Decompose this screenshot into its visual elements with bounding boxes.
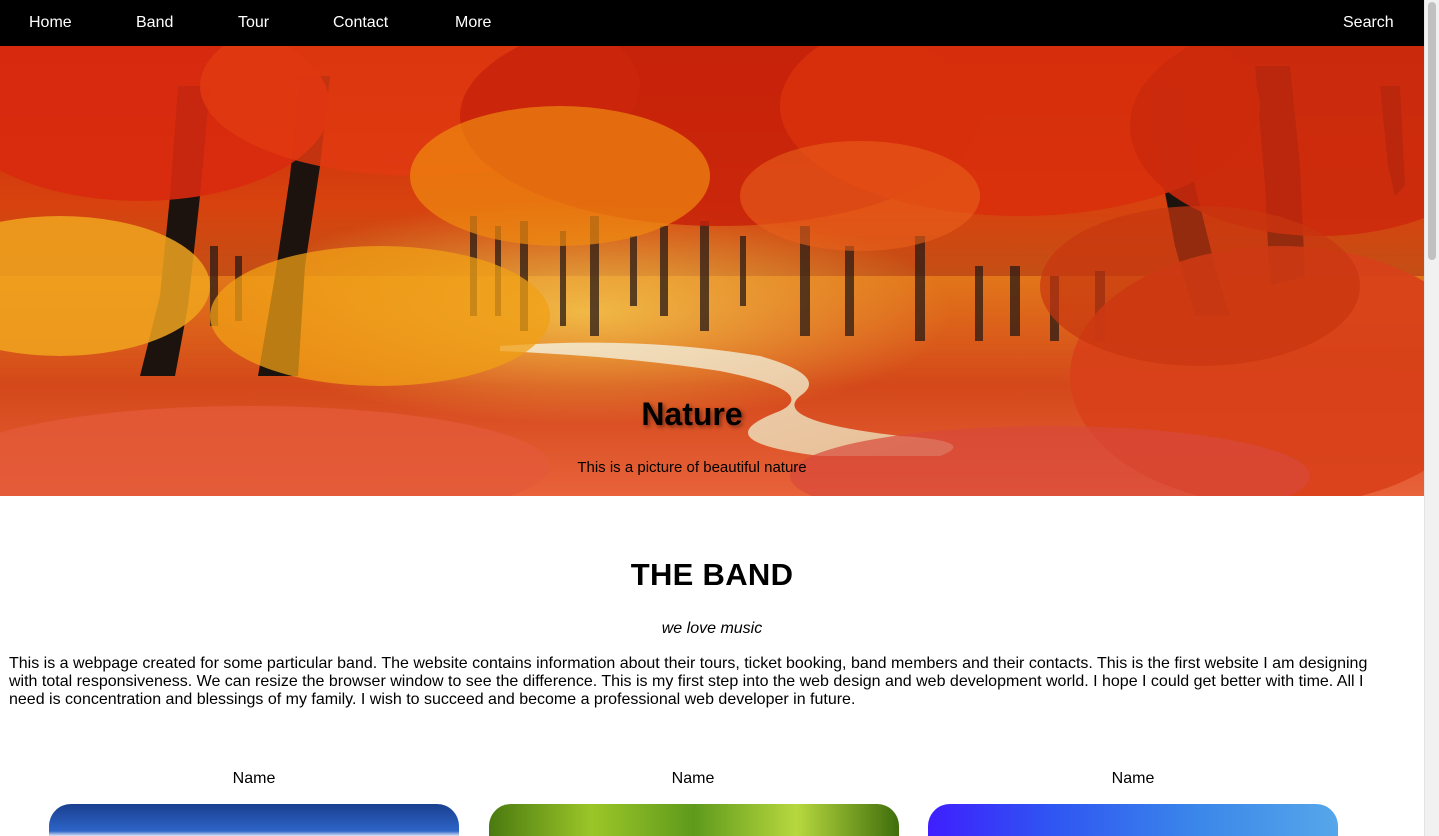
hero-title: Nature <box>641 396 743 432</box>
band-tagline: we love music <box>661 620 763 637</box>
nav-contact-link[interactable]: Contact <box>333 0 388 46</box>
nav-search-link[interactable]: Search <box>1343 0 1394 46</box>
top-navbar: Home Band Tour Contact More Search <box>0 0 1424 46</box>
member-name-3: Name <box>1111 770 1155 787</box>
nav-tour-link[interactable]: Tour <box>238 0 269 46</box>
nav-home-link[interactable]: Home <box>29 0 72 46</box>
page: Home Band Tour Contact More Search Natur… <box>0 0 1424 836</box>
nav-more-dropdown[interactable]: More <box>455 0 491 46</box>
member-name-1: Name <box>232 770 276 787</box>
hero-banner: Nature This is a picture of beautiful na… <box>0 46 1424 496</box>
member-photo-1[interactable] <box>49 804 459 836</box>
nav-band-link[interactable]: Band <box>136 0 173 46</box>
band-section-title: THE BAND <box>630 557 794 592</box>
scrollbar-thumb[interactable] <box>1428 2 1436 260</box>
member-photo-2[interactable] <box>489 804 899 836</box>
member-photo-3[interactable] <box>928 804 1338 836</box>
page-scrollbar[interactable] <box>1424 0 1439 836</box>
band-description: This is a webpage created for some parti… <box>9 655 1368 708</box>
hero-subtitle: This is a picture of beautiful nature <box>577 459 807 476</box>
member-name-2: Name <box>671 770 715 787</box>
